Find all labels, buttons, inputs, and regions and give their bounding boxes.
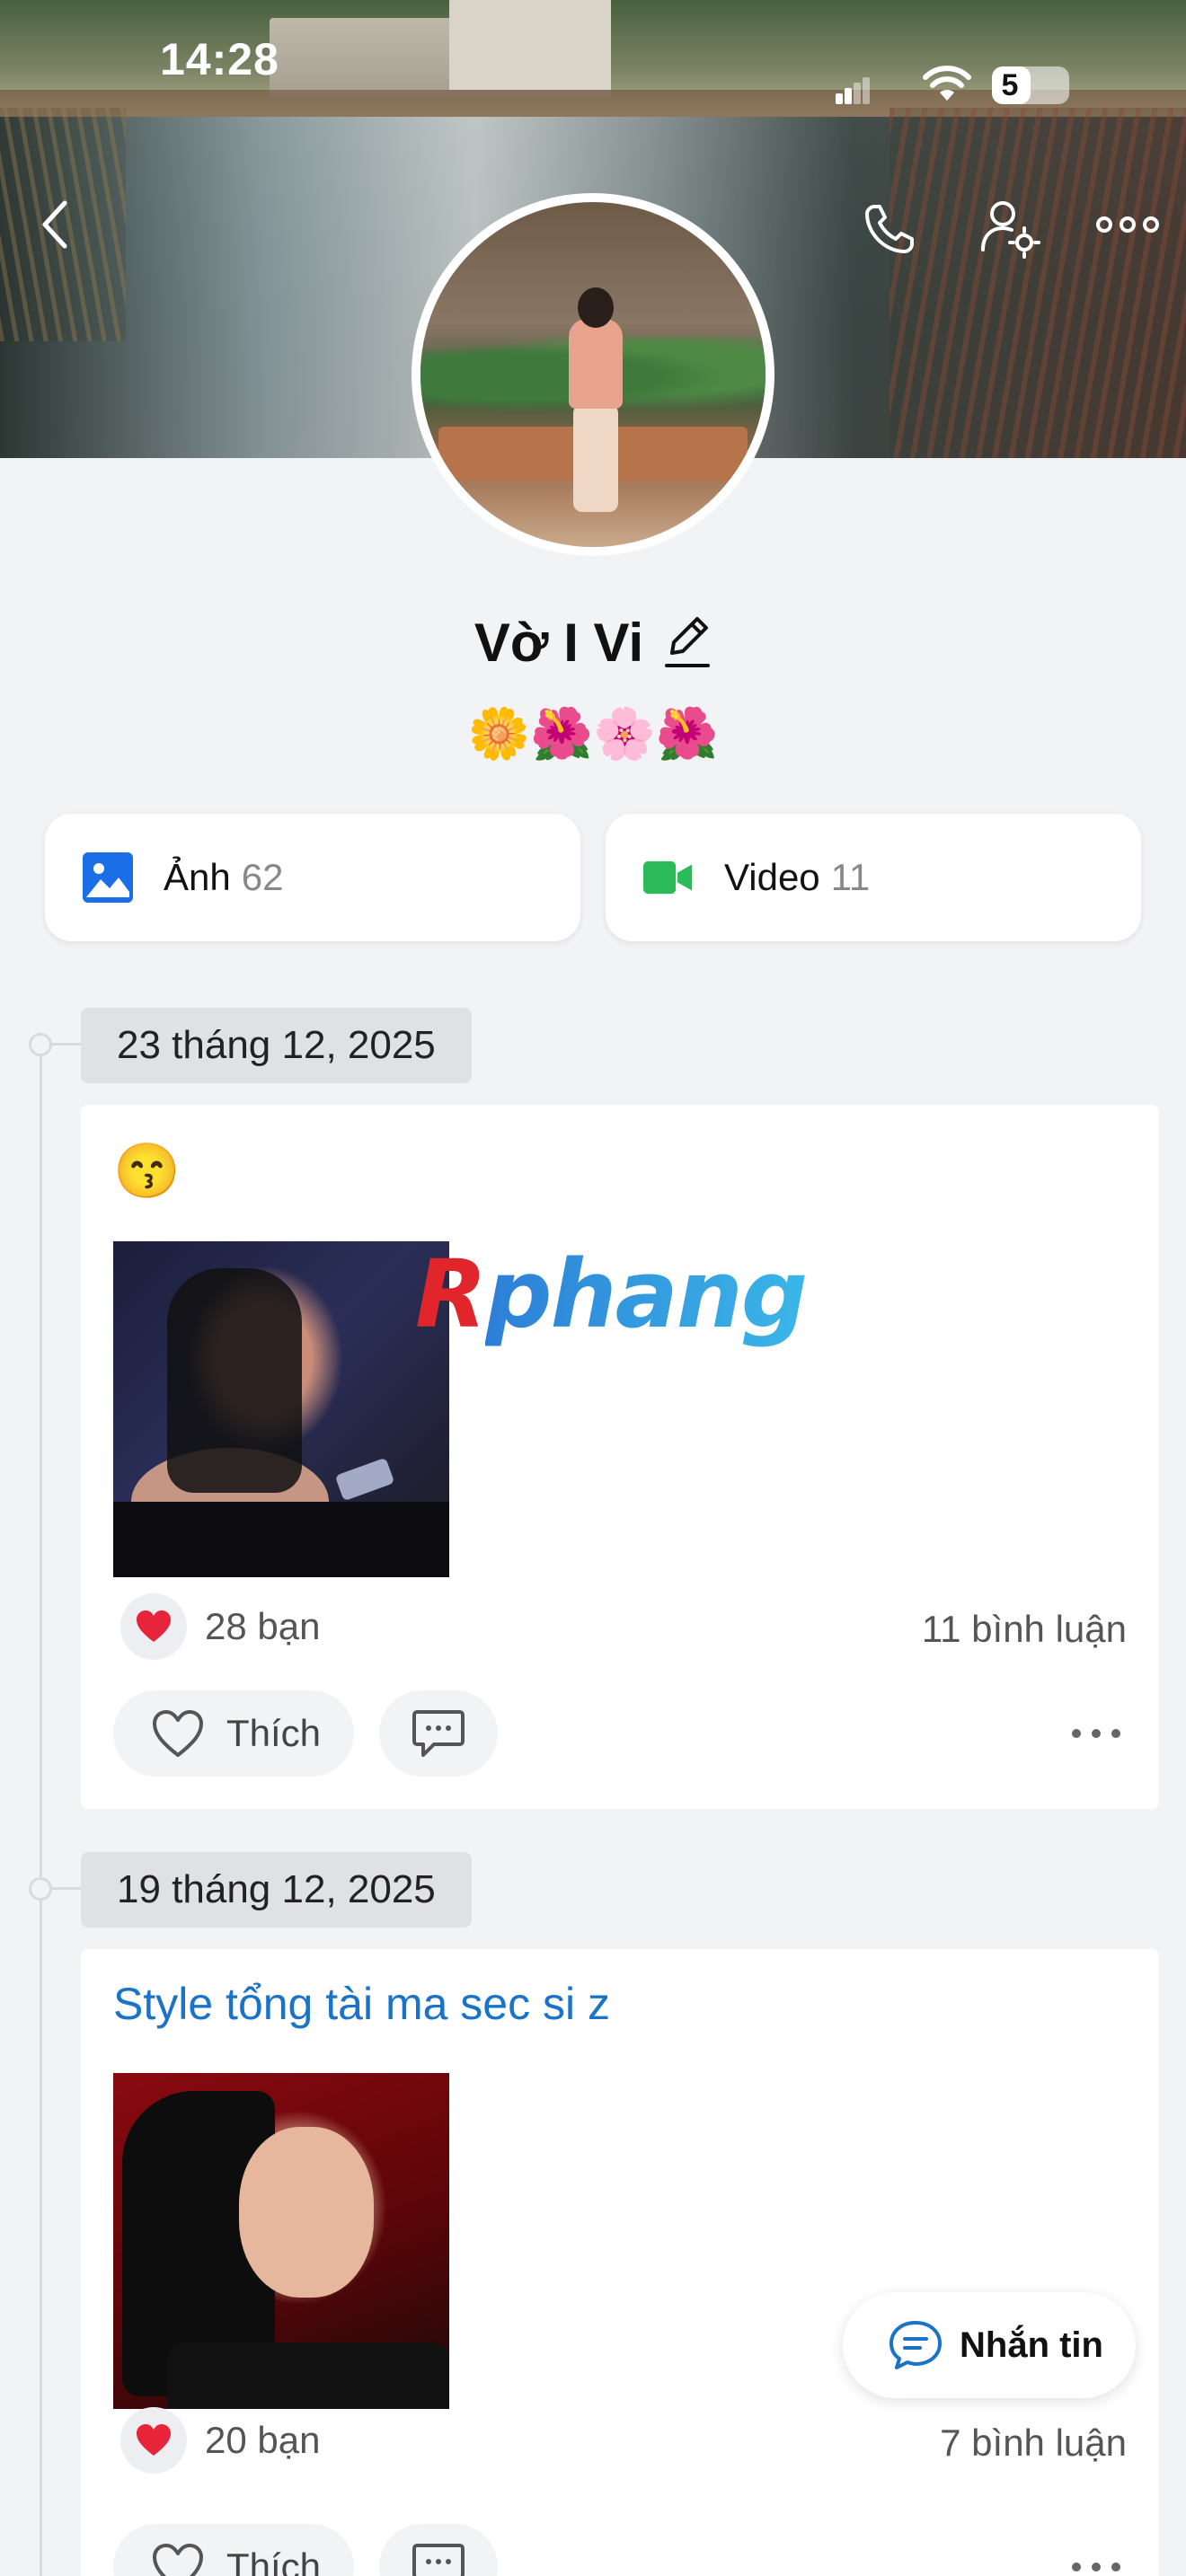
send-message-button[interactable]: Nhắn tin [843,2292,1136,2398]
comment-button[interactable] [379,2524,498,2576]
videos-count: 11 [830,856,871,898]
heart-reaction-icon [120,2407,187,2474]
like-label: Thích [226,2545,322,2576]
profile-bio: 🌼🌺🌸🌺 [467,705,719,762]
photos-label: Ảnh [164,856,231,898]
timeline-line [40,1042,42,2576]
profile-name: Vờ I Vi [474,612,644,673]
timeline-connector [52,1043,83,1045]
reaction-count: 20 bạn [205,2419,321,2461]
wifi-icon [923,66,971,101]
like-label: Thích [226,1712,322,1754]
post-image[interactable] [113,2073,449,2409]
post-image[interactable] [113,1241,449,1577]
edit-name-icon[interactable] [663,613,712,671]
post-more-icon[interactable] [1069,1725,1123,1742]
comment-icon [412,2544,465,2576]
profile-settings-button[interactable] [970,193,1051,265]
avatar-photo [420,202,766,547]
back-button[interactable] [27,189,81,260]
watermark-logo: Rphang [415,1239,808,1349]
reaction-summary[interactable]: 28 bạn [120,1593,320,1660]
cellular-signal-icon [836,77,870,104]
heart-reaction-icon [120,1593,187,1660]
comments-count[interactable]: 7 bình luận [940,2422,1127,2465]
videos-button[interactable]: Video 11 [606,814,1141,941]
phone-icon [865,205,914,253]
reaction-count: 28 bạn [205,1605,321,1647]
comment-button[interactable] [379,1690,498,1777]
timeline-dot [29,1877,52,1901]
call-button[interactable] [854,193,925,265]
status-bar: 14:28 5 [0,0,1186,104]
post-date: 23 tháng 12, 2025 [81,1008,472,1083]
more-horizontal-icon [1096,216,1159,233]
more-options-button[interactable] [1087,193,1168,256]
chat-bubble-icon [890,2321,942,2369]
video-icon [643,860,693,895]
post-more-icon[interactable] [1069,2558,1123,2576]
post-text: Style tổng tài ma sec si z [113,1979,611,2029]
videos-label: Video [724,856,820,898]
battery-icon: 5 [992,66,1069,104]
user-settings-icon [981,201,1040,259]
post-card[interactable]: Style tổng tài ma sec si z 20 bạn 7 bình… [81,1949,1159,2576]
avatar[interactable] [412,193,774,556]
profile-name-row: Vờ I Vi [0,602,1186,683]
post-card[interactable]: 😙 28 bạn 11 bình luận Thích [81,1105,1159,1809]
heart-outline-icon [153,2544,203,2576]
photos-button[interactable]: Ảnh 62 [45,814,580,941]
photos-count: 62 [241,856,284,898]
status-time: 14:28 [160,34,279,84]
post-date: 19 tháng 12, 2025 [81,1852,472,1928]
send-message-label: Nhắn tin [960,2325,1103,2365]
reaction-summary[interactable]: 20 bạn [120,2407,320,2474]
like-button[interactable]: Thích [113,1690,354,1777]
timeline-dot [29,1033,52,1056]
timeline-connector [52,1887,83,1890]
heart-outline-icon [153,1710,203,1757]
comments-count[interactable]: 11 bình luận [922,1608,1127,1651]
comment-icon [412,1710,465,1757]
post-text: 😙 [113,1141,181,1201]
watermark-rest: phang [485,1239,808,1349]
photo-icon [83,852,133,903]
battery-level: 5 [1001,68,1019,102]
like-button[interactable]: Thích [113,2524,354,2576]
chevron-left-icon [42,200,67,249]
watermark-first-letter: R [415,1239,487,1349]
